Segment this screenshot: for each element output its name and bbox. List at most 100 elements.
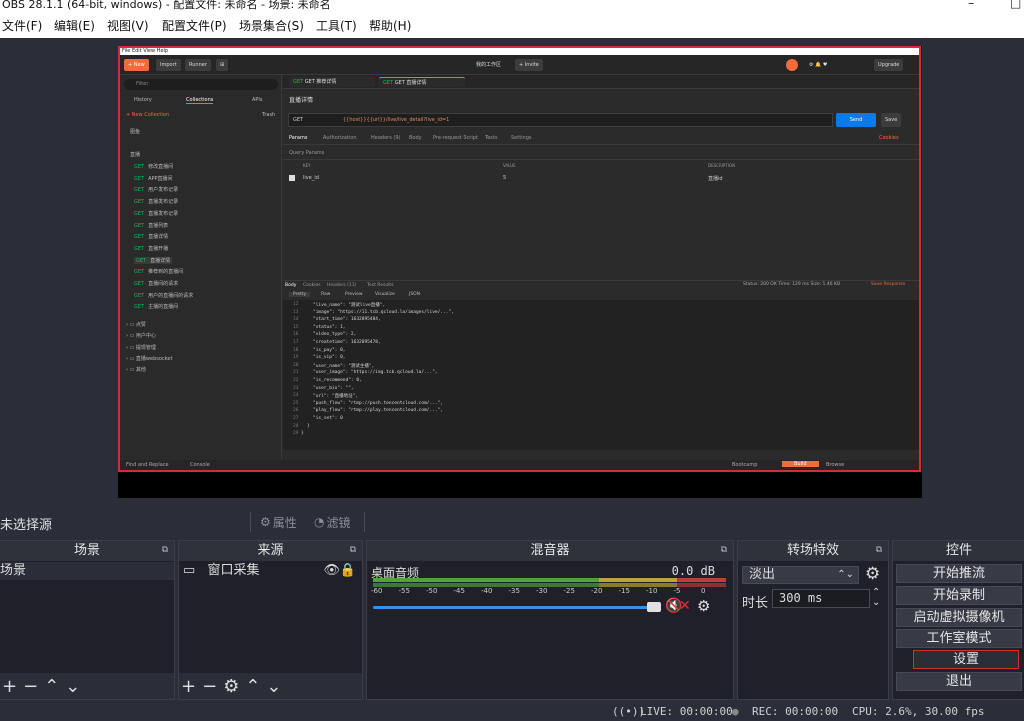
response-status: Status: 200 OK Time: 129 ms Size: 1.46 K… bbox=[743, 282, 841, 287]
meter-tick-label: -15 bbox=[618, 587, 630, 595]
filter-icon: ◔ bbox=[314, 515, 325, 529]
meter-tick-label: -10 bbox=[646, 587, 658, 595]
duration-label: 时长 bbox=[742, 596, 769, 611]
preview-area[interactable]: File Edit View Help + New Import Runner … bbox=[0, 38, 1024, 508]
sidebar-request-item: GET 推荐到的直播间 bbox=[134, 269, 184, 276]
gear-icon[interactable]: ⚙ bbox=[223, 676, 239, 697]
workspace-selector: 我的工作区 bbox=[476, 62, 502, 68]
code-line-number: 12 bbox=[293, 302, 299, 307]
menu-tools[interactable]: 工具(T) bbox=[316, 17, 357, 34]
transition-select[interactable]: 淡出 ⌃⌄ bbox=[742, 566, 859, 584]
move-up-icon[interactable]: ⌃ bbox=[245, 676, 260, 697]
preview-canvas[interactable]: File Edit View Help + New Import Runner … bbox=[118, 46, 922, 498]
eye-icon[interactable]: 👁 bbox=[323, 562, 340, 580]
send-button: Send bbox=[836, 113, 876, 127]
tab-collections: Collections bbox=[186, 97, 214, 104]
scene-item[interactable]: 场景 bbox=[0, 562, 174, 580]
build-button: Build bbox=[782, 461, 819, 467]
start-streaming-button[interactable]: 开始推流 bbox=[896, 564, 1022, 583]
menu-help[interactable]: 帮助(H) bbox=[369, 17, 411, 34]
undock-icon[interactable]: ⧉ bbox=[350, 545, 356, 555]
add-icon[interactable]: + bbox=[181, 676, 196, 697]
lock-icon[interactable]: 🔒 bbox=[340, 562, 356, 580]
code-line-number: 19 bbox=[293, 355, 299, 361]
source-item[interactable]: ▭ 窗口采集 👁 🔒 bbox=[179, 562, 362, 580]
code-line: "is_pay": 0, bbox=[313, 347, 346, 353]
menu-edit[interactable]: 编辑(E) bbox=[54, 17, 95, 34]
code-line: "user_image": "https://img.tcb.qcloud.la… bbox=[313, 370, 438, 376]
menu-scene-collection[interactable]: 场景集合(S) bbox=[239, 17, 304, 34]
code-line-number: 18 bbox=[293, 347, 299, 353]
code-line-number: 16 bbox=[293, 332, 299, 338]
code-line: "user_bio": "", bbox=[313, 385, 354, 391]
rec-icon: ● bbox=[732, 705, 739, 718]
tab-apis: APIs bbox=[252, 97, 263, 103]
new-collection-link: + New Collection bbox=[126, 112, 170, 118]
code-line: "is_set": 0 bbox=[313, 416, 343, 421]
code-line: "play_flow": "rtmp://play.tencentcloud.c… bbox=[313, 408, 444, 414]
volume-slider[interactable] bbox=[373, 602, 661, 612]
move-up-icon[interactable]: ⌃ bbox=[44, 676, 59, 697]
menu-file[interactable]: 文件(F) bbox=[2, 17, 42, 34]
volume-meter bbox=[373, 578, 726, 582]
method-select: GET bbox=[293, 117, 304, 123]
move-down-icon[interactable]: ⌄ bbox=[266, 676, 281, 697]
status-bar: ((•)) LIVE: 00:00:00 ● REC: 00:00:00 CPU… bbox=[0, 701, 1024, 721]
gear-icon[interactable]: ⚙ bbox=[865, 564, 880, 584]
code-line-number: 20 bbox=[293, 362, 299, 368]
window-capture-source[interactable]: File Edit View Help + New Import Runner … bbox=[118, 46, 921, 472]
scenes-toolbar: + − ⌃ ⌄ bbox=[0, 673, 174, 699]
sources-toolbar: + − ⚙ ⌃ ⌄ bbox=[179, 673, 362, 699]
maximize-icon[interactable]: □ bbox=[1010, 0, 1021, 10]
param-key: live_id bbox=[303, 175, 319, 181]
properties-button[interactable]: ⚙ 属性 bbox=[260, 512, 297, 532]
sidebar-folder-item: › ▭ 提现管理 bbox=[126, 344, 156, 351]
upgrade-button: Upgrade bbox=[874, 59, 904, 71]
duration-input[interactable]: 300 ms bbox=[772, 589, 870, 608]
view-mode-button: Preview bbox=[345, 292, 363, 297]
window-titlebar: OBS 28.1.1 (64-bit, windows) - 配置文件: 未命名… bbox=[0, 0, 1024, 12]
code-line-number: 22 bbox=[293, 378, 299, 383]
sidebar-request-item: GET 直播发布记录 bbox=[134, 210, 179, 217]
url-bar: GET {{host}}{{url}}/live/live_detail?liv… bbox=[288, 113, 833, 127]
live-time: LIVE: 00:00:00 bbox=[640, 705, 733, 718]
scenes-dock: 场景 ⧉ 场景 + − ⌃ ⌄ bbox=[0, 540, 175, 700]
view-mode-button: JSON bbox=[409, 292, 421, 297]
undock-icon[interactable]: ⧉ bbox=[721, 545, 727, 555]
meter-tick-label: -5 bbox=[673, 587, 681, 595]
code-line: "start_time": 1632895484, bbox=[313, 317, 381, 323]
spin-down-icon[interactable]: ⌄ bbox=[872, 597, 880, 608]
start-virtual-camera-button[interactable]: 启动虚拟摄像机 bbox=[896, 608, 1022, 627]
settings-button[interactable]: 设置 bbox=[913, 650, 1019, 669]
controls-header: 控件 bbox=[893, 541, 1024, 561]
param-checkbox bbox=[289, 175, 295, 181]
request-option-tab: Pre-request Script bbox=[433, 135, 478, 141]
studio-mode-button[interactable]: 工作室模式 bbox=[896, 629, 1022, 648]
remove-icon[interactable]: − bbox=[23, 676, 38, 697]
code-line-number: 25 bbox=[293, 400, 299, 406]
add-icon[interactable]: + bbox=[2, 676, 17, 697]
minimize-icon[interactable]: – bbox=[968, 0, 974, 10]
undock-icon[interactable]: ⧉ bbox=[876, 545, 882, 555]
remove-icon[interactable]: − bbox=[202, 676, 217, 697]
request-tab-2: GET GET 直播详情 bbox=[379, 77, 465, 87]
collection-item: 图鱼 bbox=[130, 129, 141, 135]
meter-tick-label: -35 bbox=[508, 587, 520, 595]
view-mode-button: Visualize bbox=[375, 292, 395, 297]
start-recording-button[interactable]: 开始录制 bbox=[896, 586, 1022, 605]
sidebar-request-item: GET 直播详情 bbox=[134, 234, 169, 241]
exit-button[interactable]: 退出 bbox=[896, 672, 1022, 691]
window-icon: ▭ bbox=[183, 563, 196, 578]
response-tab: Test Results bbox=[367, 283, 394, 288]
move-down-icon[interactable]: ⌄ bbox=[65, 676, 80, 697]
filters-button[interactable]: ◔ 滤镜 bbox=[314, 512, 351, 532]
menu-view[interactable]: 视图(V) bbox=[107, 17, 149, 34]
chevron-updown-icon: ⌃⌄ bbox=[837, 569, 854, 580]
gear-icon[interactable]: ⚙ bbox=[697, 597, 710, 615]
sidebar-folder-item: › ▭ 直播websocket bbox=[126, 355, 173, 362]
undock-icon[interactable]: ⧉ bbox=[162, 545, 168, 555]
volume-slider-handle[interactable] bbox=[647, 602, 661, 612]
sidebar-folder-item: › ▭ 其他 bbox=[126, 367, 146, 374]
menu-profile[interactable]: 配置文件(P) bbox=[162, 17, 227, 34]
transitions-dock: 转场特效 ⧉ 淡出 ⌃⌄ ⚙ 时长 300 ms ⌃ ⌄ bbox=[737, 540, 889, 700]
